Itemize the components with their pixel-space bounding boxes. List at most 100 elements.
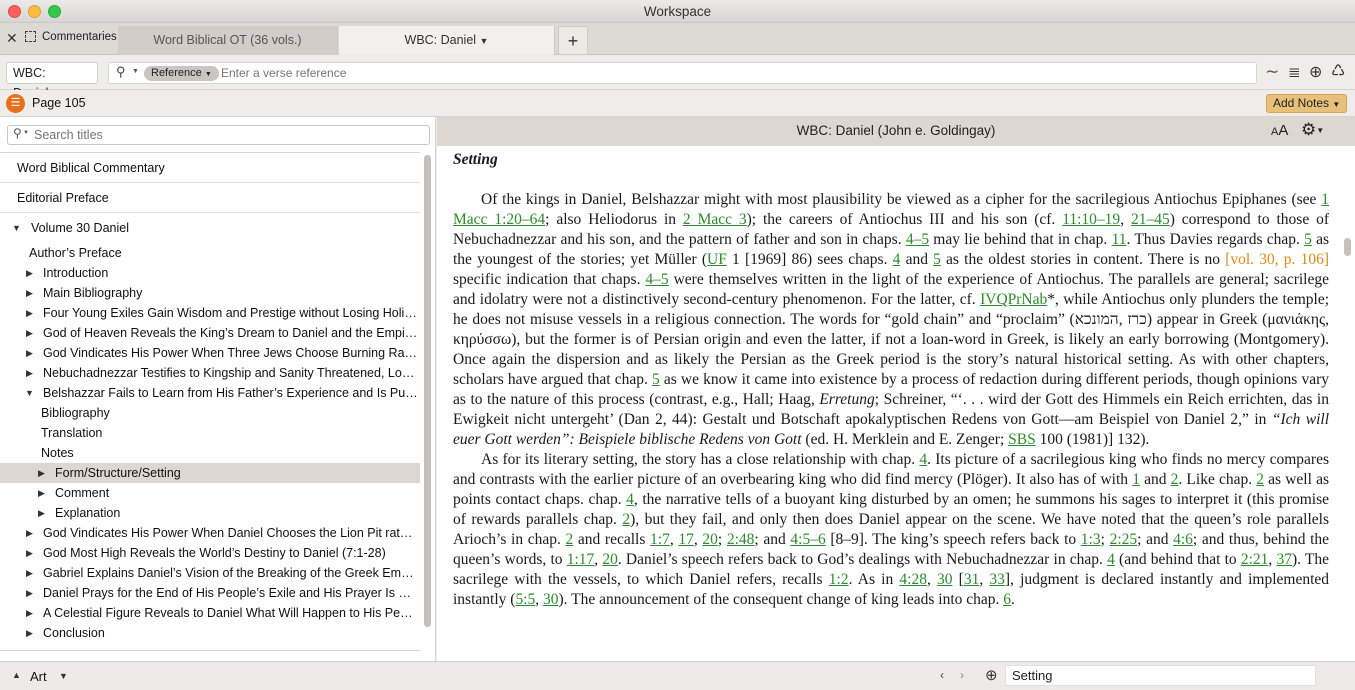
expand-triangle-icon[interactable]: ▶ <box>38 503 45 523</box>
sidebar-item-translation[interactable]: Translation <box>41 423 411 443</box>
expand-icon[interactable] <box>25 31 36 42</box>
scripture-link[interactable]: 21–45 <box>1131 211 1170 228</box>
section-field[interactable]: Setting <box>1005 665 1316 686</box>
sidebar-item-chapter-4[interactable]: Nebuchadnezzar Testifies to Kingship and… <box>43 363 418 383</box>
scripture-link[interactable]: 4 <box>919 451 927 468</box>
scripture-link[interactable]: 30 <box>543 591 559 608</box>
chevron-down-icon[interactable]: ▼ <box>23 130 29 136</box>
sidebar-item-editorial-preface[interactable]: Editorial Preface <box>17 188 417 208</box>
font-size-icon[interactable]: AAAA <box>1271 117 1288 146</box>
tab-wbc-daniel[interactable]: WBC: Daniel ▼ <box>339 26 555 55</box>
chevron-down-icon[interactable]: ▼ <box>59 671 68 681</box>
sidebar-item-comment[interactable]: Comment <box>55 483 415 503</box>
verse-reference-input[interactable] <box>221 64 1241 82</box>
title-search-input[interactable] <box>34 127 424 143</box>
scripture-link[interactable]: 11:10–19 <box>1062 211 1120 228</box>
minimize-window-button[interactable] <box>28 5 41 18</box>
scripture-link[interactable]: 2 <box>1256 471 1264 488</box>
close-window-button[interactable] <box>8 5 21 18</box>
add-tab-button[interactable]: + <box>558 26 588 55</box>
back-arrow-icon[interactable]: ‹ <box>940 668 944 682</box>
expand-triangle-icon[interactable]: ▶ <box>26 363 33 383</box>
search-icon[interactable]: ⚲ <box>116 64 126 80</box>
resource-selector[interactable]: WBC: Daniel▼ <box>6 62 98 100</box>
search-options-chevron-icon[interactable]: ▼ <box>132 68 139 75</box>
list-icon[interactable]: ≣ <box>1288 63 1301 81</box>
sidebar-item-authors-preface[interactable]: Author’s Preface <box>29 243 409 263</box>
collapse-triangle-icon[interactable]: ▼ <box>12 218 21 238</box>
scripture-link[interactable]: 1:2 <box>829 571 849 588</box>
scripture-link[interactable]: 4:5–6 <box>790 531 825 548</box>
expand-triangle-icon[interactable]: ▶ <box>26 563 33 583</box>
expand-triangle-icon[interactable]: ▶ <box>26 603 33 623</box>
scripture-link[interactable]: 4–5 <box>645 271 668 288</box>
expand-triangle-icon[interactable]: ▶ <box>26 303 33 323</box>
scripture-link[interactable]: IVQPrNab <box>980 291 1047 308</box>
scripture-link[interactable]: 31 <box>964 571 980 588</box>
search-icon[interactable]: ⚲ <box>13 126 22 140</box>
expand-triangle-icon[interactable]: ▶ <box>26 343 33 363</box>
scripture-link[interactable]: 4:28 <box>899 571 927 588</box>
scripture-link[interactable]: 5 <box>933 251 941 268</box>
scripture-link[interactable]: 5 <box>1304 231 1312 248</box>
scripture-link[interactable]: 17 <box>678 531 694 548</box>
scripture-link[interactable]: 2:48 <box>727 531 755 548</box>
chevron-up-icon[interactable]: ▲ <box>12 670 21 680</box>
sidebar-item-chapter-9[interactable]: Daniel Prays for the End of His People’s… <box>43 583 418 603</box>
gear-icon[interactable]: ⚙▼ <box>1301 116 1324 144</box>
sidebar-item-notes[interactable]: Notes <box>41 443 411 463</box>
expand-triangle-icon[interactable]: ▶ <box>38 483 45 503</box>
scripture-link[interactable]: 4 <box>1107 551 1115 568</box>
scripture-link[interactable]: 2 Macc 3 <box>683 211 747 228</box>
scripture-link[interactable]: 5 <box>652 371 660 388</box>
sidebar-item-explanation[interactable]: Explanation <box>55 503 415 523</box>
sidebar-item-chapter-6[interactable]: God Vindicates His Power When Daniel Cho… <box>43 523 418 543</box>
scripture-link[interactable]: 4:6 <box>1173 531 1193 548</box>
scripture-link[interactable]: 2:21 <box>1241 551 1269 568</box>
add-circle-icon[interactable]: ⊕ <box>1309 62 1322 82</box>
scripture-link[interactable]: 4–5 <box>906 231 929 248</box>
expand-triangle-icon[interactable]: ▶ <box>26 583 33 603</box>
table-of-contents-icon[interactable]: ☰ <box>6 94 25 113</box>
page-marker-link[interactable]: [vol. 30, p. 106] <box>1225 251 1329 268</box>
close-panel-icon[interactable]: ✕ <box>6 30 18 47</box>
scripture-link[interactable]: 1:7 <box>650 531 670 548</box>
scripture-link[interactable]: 37 <box>1276 551 1292 568</box>
sidebar-item-volume-30[interactable]: Volume 30 Daniel <box>31 218 411 238</box>
recycle-icon[interactable]: ♺ <box>1331 61 1345 81</box>
sidebar-item-conclusion[interactable]: Conclusion <box>43 623 418 643</box>
zoom-window-button[interactable] <box>48 5 61 18</box>
scripture-link[interactable]: 1 <box>1132 471 1140 488</box>
scripture-link[interactable]: 1:3 <box>1081 531 1101 548</box>
collapse-triangle-icon[interactable]: ▼ <box>25 383 34 403</box>
scripture-link[interactable]: 6 <box>1003 591 1011 608</box>
tab-word-biblical-ot[interactable]: Word Biblical OT (36 vols.) <box>118 26 338 55</box>
scripture-link[interactable]: 20 <box>602 551 618 568</box>
forward-arrow-icon[interactable]: › <box>960 668 964 682</box>
sidebar-item-chapter-5[interactable]: Belshazzar Fails to Learn from His Fathe… <box>43 383 418 403</box>
sidebar-item-chapter-3[interactable]: God Vindicates His Power When Three Jews… <box>43 343 418 363</box>
scripture-link[interactable]: 33 <box>989 571 1005 588</box>
expand-triangle-icon[interactable]: ▶ <box>38 463 45 483</box>
scripture-link[interactable]: 1:17 <box>567 551 595 568</box>
sidebar-item-chapter-10-12[interactable]: A Celestial Figure Reveals to Daniel Wha… <box>43 603 418 623</box>
scripture-link[interactable]: 5:5 <box>515 591 535 608</box>
sidebar-item-word-biblical-commentary[interactable]: Word Biblical Commentary <box>17 158 417 178</box>
expand-triangle-icon[interactable]: ▶ <box>26 543 33 563</box>
search-type-pill[interactable]: Reference ▼ <box>144 66 219 81</box>
tab-dropdown-icon[interactable]: ▼ <box>480 36 489 46</box>
scripture-link[interactable]: 2 <box>622 511 630 528</box>
scripture-link[interactable]: 2:25 <box>1110 531 1138 548</box>
sidebar-item-chapter-2[interactable]: God of Heaven Reveals the King’s Dream t… <box>43 323 418 343</box>
sidebar-item-introduction[interactable]: Introduction <box>43 263 418 283</box>
scripture-link[interactable]: SBS <box>1008 431 1036 448</box>
expand-triangle-icon[interactable]: ▶ <box>26 263 33 283</box>
sync-wave-icon[interactable]: ∼ <box>1265 62 1279 82</box>
scripture-link[interactable]: 30 <box>937 571 953 588</box>
sidebar-item-main-bibliography[interactable]: Main Bibliography <box>43 283 418 303</box>
scripture-link[interactable]: 11 <box>1112 231 1127 248</box>
reader-scrollbar[interactable] <box>1344 238 1351 256</box>
expand-triangle-icon[interactable]: ▶ <box>26 523 33 543</box>
sidebar-item-chapter-1[interactable]: Four Young Exiles Gain Wisdom and Presti… <box>43 303 418 323</box>
sidebar-scrollbar[interactable] <box>424 155 431 627</box>
